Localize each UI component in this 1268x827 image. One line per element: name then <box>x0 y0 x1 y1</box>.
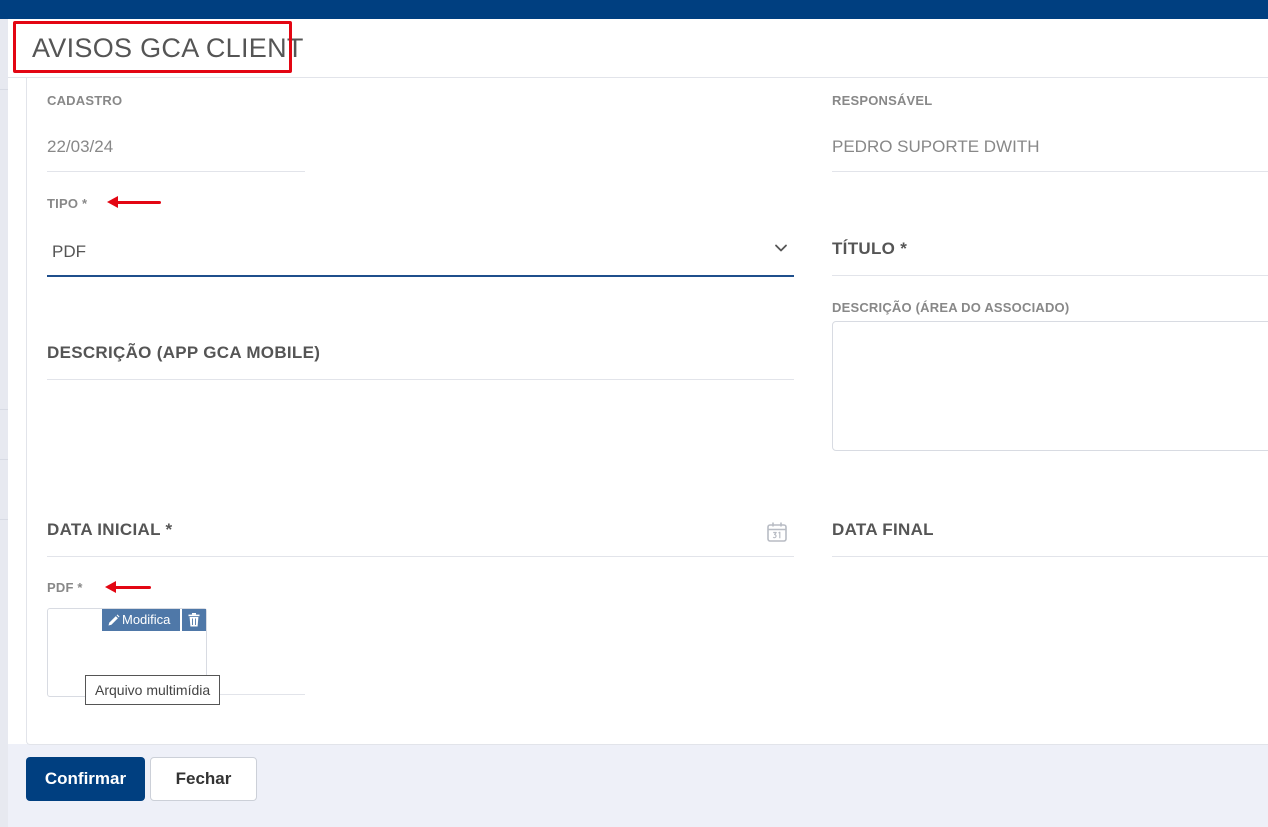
data-inicial-input[interactable] <box>47 556 794 557</box>
modify-button[interactable]: Modifica <box>102 609 180 631</box>
tipo-arrow-annotation <box>107 196 161 208</box>
divider <box>0 519 8 520</box>
modify-button-label: Modifica <box>122 612 171 627</box>
pdf-arrow-annotation <box>105 581 151 593</box>
divider <box>0 459 8 460</box>
delete-button[interactable] <box>182 609 206 631</box>
trash-icon <box>188 613 200 627</box>
tipo-label: TIPO * <box>47 196 88 211</box>
titulo-label: TÍTULO * <box>832 239 908 258</box>
responsavel-label: RESPONSÁVEL <box>832 93 933 108</box>
data-inicial-label: DATA INICIAL * <box>47 520 173 539</box>
descricao-area-label: DESCRIÇÃO (ÁREA DO ASSOCIADO) <box>832 300 1070 315</box>
avisos-modal: AVISOS GCA CLIENT CADASTRO 22/03/24 RESP… <box>8 19 1268 745</box>
divider <box>0 89 8 90</box>
cadastro-value: 22/03/24 <box>47 137 114 156</box>
divider <box>0 409 8 410</box>
chevron-down-icon <box>775 244 787 252</box>
tipo-select[interactable]: PDF <box>47 227 794 277</box>
background-left-strip <box>0 19 8 827</box>
close-button[interactable]: Fechar <box>150 757 257 801</box>
calendar-icon[interactable] <box>766 521 788 543</box>
pencil-icon <box>108 614 120 626</box>
modal-header: AVISOS GCA CLIENT <box>8 19 1268 78</box>
cadastro-underline <box>47 171 305 172</box>
multimedia-tooltip: Arquivo multimídia <box>85 675 221 705</box>
descricao-app-input[interactable] <box>47 379 794 380</box>
data-final-label: DATA FINAL <box>832 520 934 539</box>
descricao-area-textarea[interactable] <box>832 321 1268 451</box>
modal-body: CADASTRO 22/03/24 RESPONSÁVEL PEDRO SUPO… <box>26 77 1268 745</box>
data-final-input[interactable] <box>832 556 1268 557</box>
cadastro-label: CADASTRO <box>47 93 123 108</box>
titulo-input[interactable] <box>832 275 1268 276</box>
top-bar <box>0 0 1268 19</box>
tipo-selected-value: PDF <box>52 242 86 261</box>
confirm-button[interactable]: Confirmar <box>26 757 145 801</box>
descricao-app-label: DESCRIÇÃO (APP GCA MOBILE) <box>47 343 321 362</box>
responsavel-underline <box>832 171 1268 172</box>
responsavel-value: PEDRO SUPORTE DWITH <box>832 137 1040 156</box>
title-highlight-annotation <box>13 21 292 73</box>
pdf-label: PDF * <box>47 580 83 595</box>
